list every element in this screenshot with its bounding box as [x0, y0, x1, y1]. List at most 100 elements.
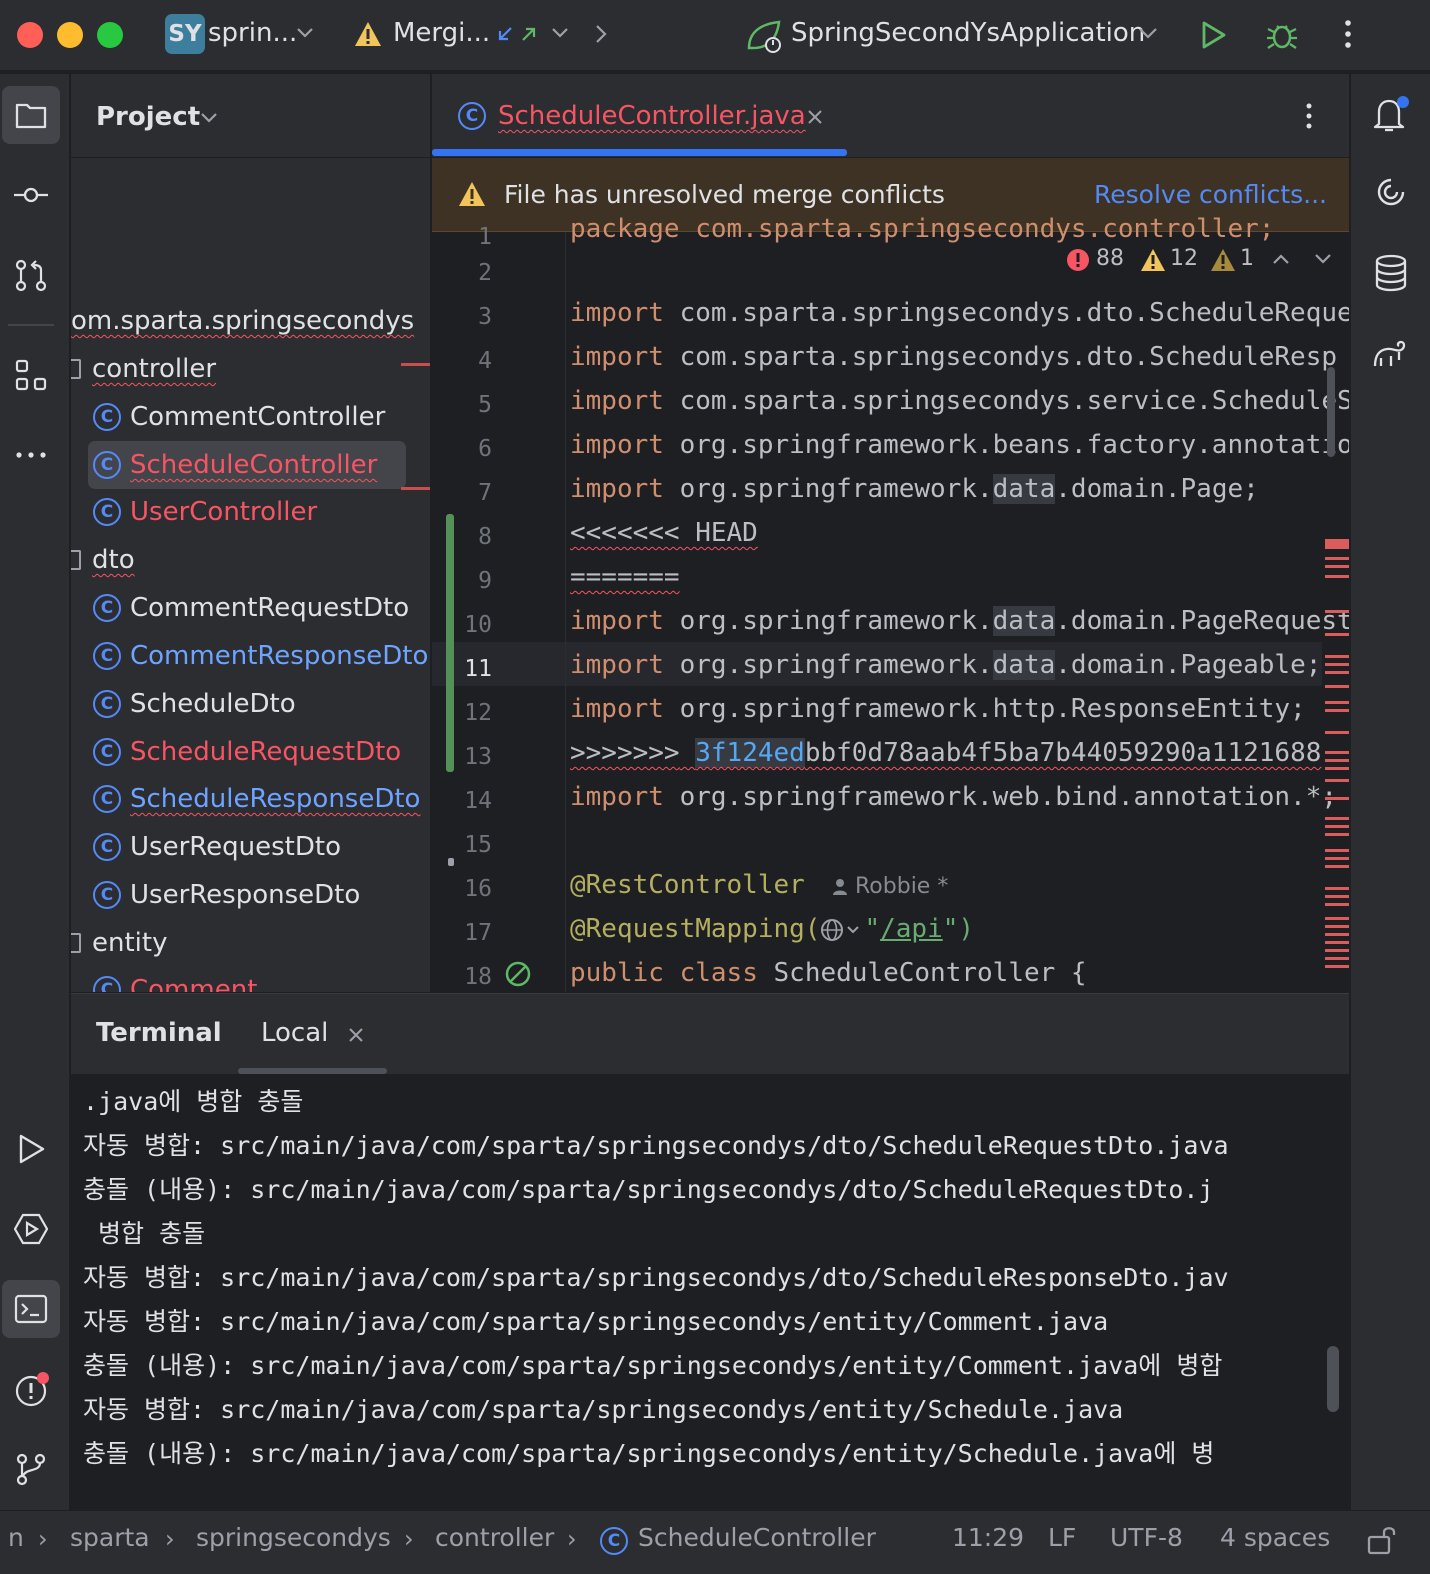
- window-close-button[interactable]: [17, 22, 43, 48]
- more-tools-icon[interactable]: [2, 426, 60, 484]
- spring-bean-gutter-icon[interactable]: [504, 960, 536, 992]
- author-name: Robbie *: [855, 874, 949, 899]
- globe-icon[interactable]: [820, 917, 864, 943]
- line-number-current: 11: [464, 656, 492, 682]
- chevron-down-icon[interactable]: [296, 26, 314, 40]
- debug-icon[interactable]: [1265, 18, 1299, 52]
- package-node[interactable]: om.sparta.springsecondys: [71, 299, 414, 343]
- terminal-tool-button[interactable]: [2, 1280, 60, 1338]
- terminal-scrollbar[interactable]: [1327, 1346, 1339, 1412]
- line-ending[interactable]: LF: [1048, 1523, 1076, 1552]
- highlighted-token: data: [992, 474, 1056, 504]
- chevron-down-icon[interactable]: [1314, 252, 1332, 266]
- title-bar: SY sprin... Mergi... SpringSecondYsAppli…: [0, 0, 1430, 72]
- conflict-marker: [401, 487, 430, 490]
- project-badge[interactable]: SY: [165, 14, 205, 54]
- url-path[interactable]: /api: [880, 914, 943, 944]
- window-minimize-button[interactable]: [57, 22, 83, 48]
- more-options-icon[interactable]: [1343, 18, 1353, 50]
- class-icon: C: [458, 102, 486, 130]
- class-icon: C: [93, 738, 121, 766]
- code-area[interactable]: 1 2 3 4 5 6 7 8 9 10 11 12 13 14 15 16 1…: [432, 214, 1349, 992]
- code-line-3: import com.sparta.springsecondys.dto.Sch…: [570, 298, 1349, 328]
- annotation: @RestController: [570, 870, 805, 900]
- warning-count: 12: [1170, 246, 1198, 271]
- chevron-down-icon[interactable]: [1138, 26, 1158, 40]
- project-name[interactable]: sprin...: [208, 18, 297, 48]
- breadcrumb-item[interactable]: ScheduleController: [638, 1523, 876, 1552]
- close-icon[interactable]: [348, 1027, 364, 1043]
- problems-tool-button[interactable]: [2, 1360, 60, 1418]
- chevron-down-icon[interactable]: [200, 111, 218, 125]
- folder-label: dto: [92, 545, 135, 575]
- import-path: .domain.Pageable;: [1055, 650, 1322, 680]
- commit-tool-button[interactable]: [2, 166, 60, 224]
- folder-label: entity: [92, 928, 168, 958]
- warning-icon: [1140, 248, 1166, 272]
- breadcrumb-item[interactable]: n: [8, 1523, 24, 1552]
- tab-schedule-controller[interactable]: ScheduleController.java: [498, 101, 806, 131]
- tree-item-label: CommentController: [130, 402, 386, 432]
- project-panel-title[interactable]: Project: [96, 102, 200, 132]
- breadcrumb-item[interactable]: sparta: [70, 1523, 150, 1552]
- breadcrumb-item[interactable]: springsecondys: [196, 1523, 391, 1552]
- class-icon: C: [93, 594, 121, 622]
- import-path: com.sparta.springsecondys.service.Schedu…: [679, 386, 1349, 416]
- line-number: 1: [478, 224, 492, 250]
- structure-tool-button[interactable]: [2, 346, 60, 404]
- line-number: 15: [464, 832, 492, 858]
- error-count: 88: [1096, 246, 1124, 271]
- import-path: org.springframework.: [679, 606, 993, 636]
- vcs-status[interactable]: Mergi...: [393, 18, 490, 48]
- keyword: import: [570, 650, 664, 680]
- keyword: class: [679, 958, 758, 988]
- keyword: import: [570, 782, 664, 812]
- line-number: 2: [478, 260, 492, 286]
- run-tool-button[interactable]: [2, 1120, 60, 1178]
- code-line-7: import org.springframework.data.domain.P…: [570, 474, 1259, 504]
- indent-setting[interactable]: 4 spaces: [1220, 1523, 1330, 1552]
- tab-local[interactable]: Local: [261, 1018, 328, 1048]
- folder-icon: [71, 359, 81, 379]
- breadcrumb-item[interactable]: controller: [435, 1523, 554, 1552]
- run-configuration[interactable]: SpringSecondYsApplication: [791, 18, 1145, 48]
- class-icon: C: [600, 1527, 628, 1555]
- tab-more-options-icon[interactable]: [1305, 102, 1313, 130]
- database-icon[interactable]: [1373, 254, 1409, 292]
- gradle-icon[interactable]: [1371, 336, 1411, 372]
- caret-position[interactable]: 11:29: [952, 1523, 1024, 1552]
- incoming-arrow-icon: [496, 25, 514, 43]
- ai-assistant-icon[interactable]: [1373, 174, 1409, 210]
- annotation: @RequestMapping(: [570, 914, 821, 944]
- resolve-conflicts-link[interactable]: Resolve conflicts...: [1094, 180, 1327, 209]
- file-encoding[interactable]: UTF-8: [1110, 1523, 1183, 1552]
- chevron-right-icon[interactable]: [594, 24, 608, 44]
- pull-requests-tool-button[interactable]: [2, 246, 60, 304]
- line-number: 16: [464, 876, 492, 902]
- code-line-4: import com.sparta.springsecondys.dto.Sch…: [570, 342, 1337, 372]
- conflict-marker: [401, 363, 430, 366]
- close-icon[interactable]: [806, 108, 824, 126]
- error-stripe[interactable]: [1325, 367, 1349, 992]
- notifications-icon[interactable]: [1372, 94, 1410, 134]
- chevron-up-icon[interactable]: [1272, 252, 1290, 266]
- line-number: 6: [478, 436, 492, 462]
- tree-item-label: UserController: [130, 497, 318, 527]
- chevron-down-icon[interactable]: [551, 26, 569, 40]
- git-tool-button[interactable]: [2, 1440, 60, 1498]
- terminal-line: 자동 병합: src/main/java/com/sparta/springse…: [83, 1263, 1229, 1292]
- string-quote: ": [864, 914, 881, 944]
- window-maximize-button[interactable]: [97, 22, 123, 48]
- user-icon: [832, 878, 848, 896]
- scrollbar-thumb[interactable]: [1327, 367, 1335, 457]
- services-tool-button[interactable]: [2, 1200, 60, 1258]
- tree-item-label: Comment: [130, 975, 258, 992]
- line-number: 3: [478, 304, 492, 330]
- keyword: import: [570, 606, 664, 636]
- terminal-output[interactable]: .java에 병합 충돌 자동 병합: src/main/java/com/sp…: [71, 1074, 1349, 1510]
- commit-hash: bbf0d78aab4f5ba7b44059290a1121688: [804, 738, 1322, 768]
- project-tool-button[interactable]: [2, 86, 60, 144]
- code-line-18: public class ScheduleController {: [570, 958, 1087, 988]
- run-icon[interactable]: [1200, 20, 1228, 50]
- unlock-icon[interactable]: [1367, 1523, 1397, 1555]
